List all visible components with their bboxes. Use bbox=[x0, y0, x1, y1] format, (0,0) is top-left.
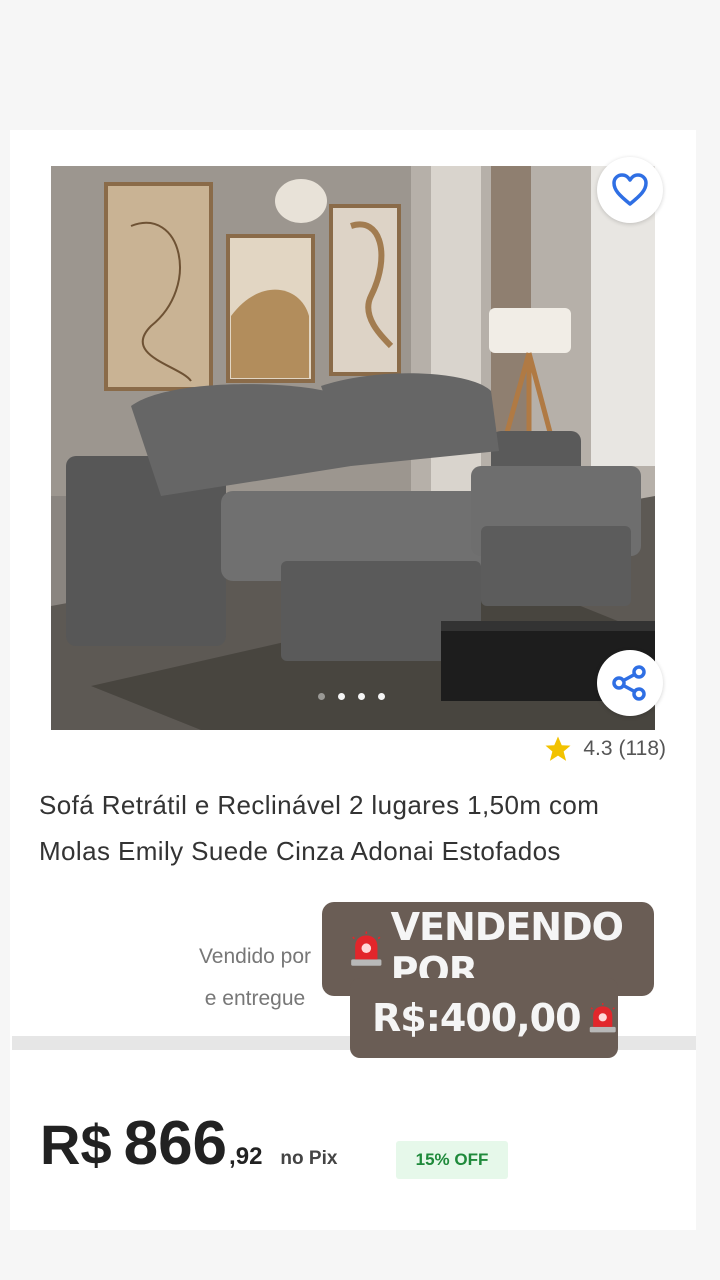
payment-method: no Pix bbox=[280, 1148, 338, 1169]
discount-badge: 15% OFF bbox=[396, 1141, 508, 1179]
sale-sticker-line2: R$:400,00 bbox=[350, 978, 618, 1058]
price-block: R$ 866 ,92 no Pix bbox=[40, 1108, 337, 1179]
heart-icon bbox=[612, 173, 648, 206]
siren-icon bbox=[589, 1002, 616, 1033]
siren-icon bbox=[351, 931, 382, 966]
gallery-dot[interactable] bbox=[358, 693, 365, 700]
star-icon bbox=[545, 736, 571, 761]
product-rating[interactable]: 4.3 (118) bbox=[543, 734, 666, 764]
sale-price: R$:400,00 bbox=[372, 996, 582, 1040]
gallery-pagination[interactable] bbox=[318, 693, 385, 700]
rating-value: 4.3 bbox=[583, 737, 613, 760]
price-currency: R$ bbox=[40, 1113, 112, 1176]
product-title: Sofá Retrátil e Reclinável 2 lugares 1,5… bbox=[39, 790, 600, 866]
gallery-dot[interactable] bbox=[338, 693, 345, 700]
gallery-dot[interactable] bbox=[318, 693, 325, 700]
favorite-button[interactable] bbox=[597, 157, 663, 223]
review-count: (118) bbox=[618, 737, 666, 760]
share-icon bbox=[612, 665, 646, 701]
share-button[interactable] bbox=[597, 650, 663, 716]
price-cents: ,92 bbox=[229, 1143, 263, 1170]
gallery-dot[interactable] bbox=[378, 693, 385, 700]
product-image[interactable] bbox=[51, 166, 655, 730]
price-integer: 866 bbox=[123, 1109, 228, 1178]
